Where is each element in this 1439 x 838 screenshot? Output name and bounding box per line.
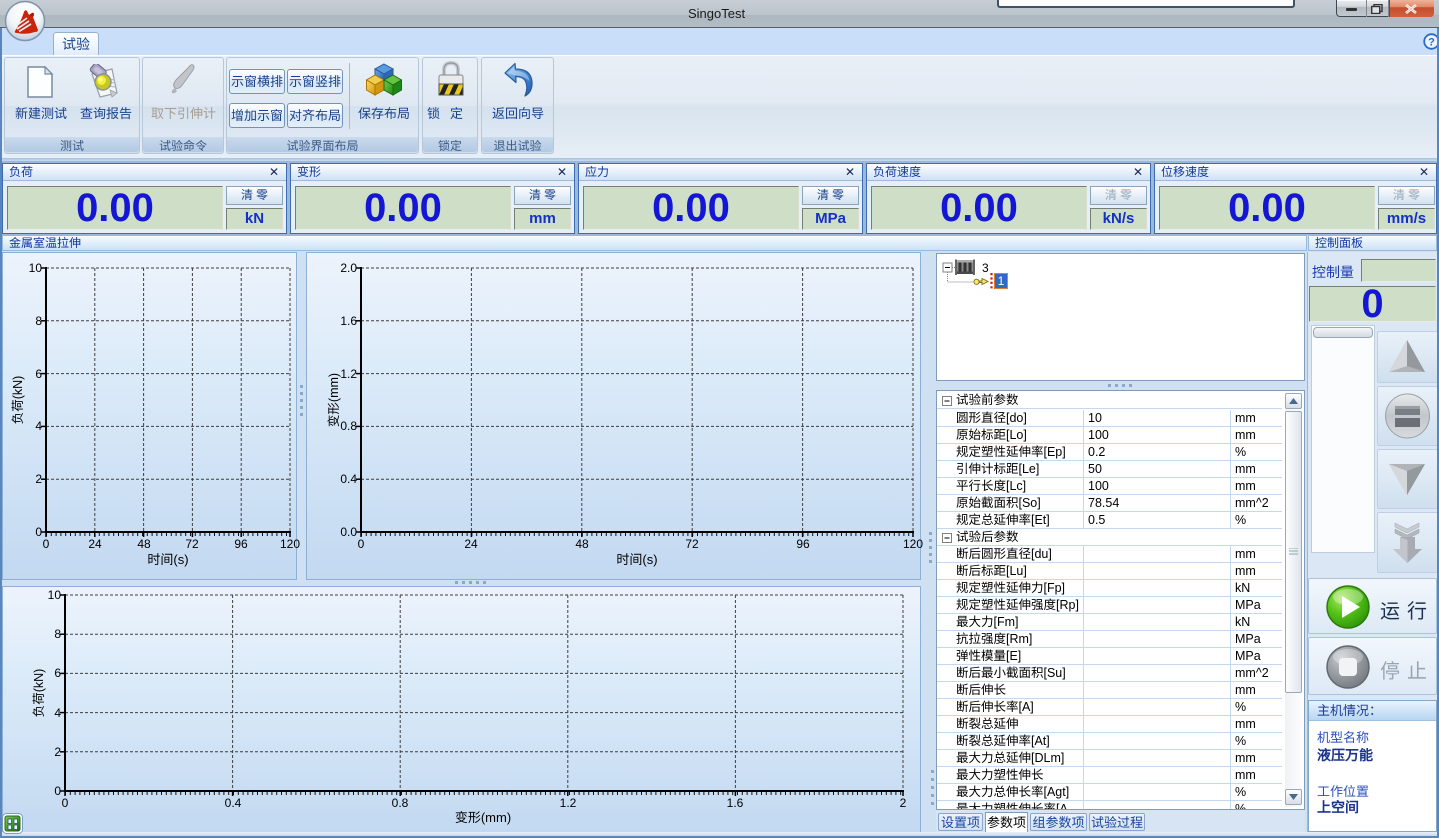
svg-text:3: 3 (982, 261, 989, 275)
svg-text:1: 1 (998, 274, 1005, 288)
svg-text:?: ? (1428, 37, 1435, 49)
